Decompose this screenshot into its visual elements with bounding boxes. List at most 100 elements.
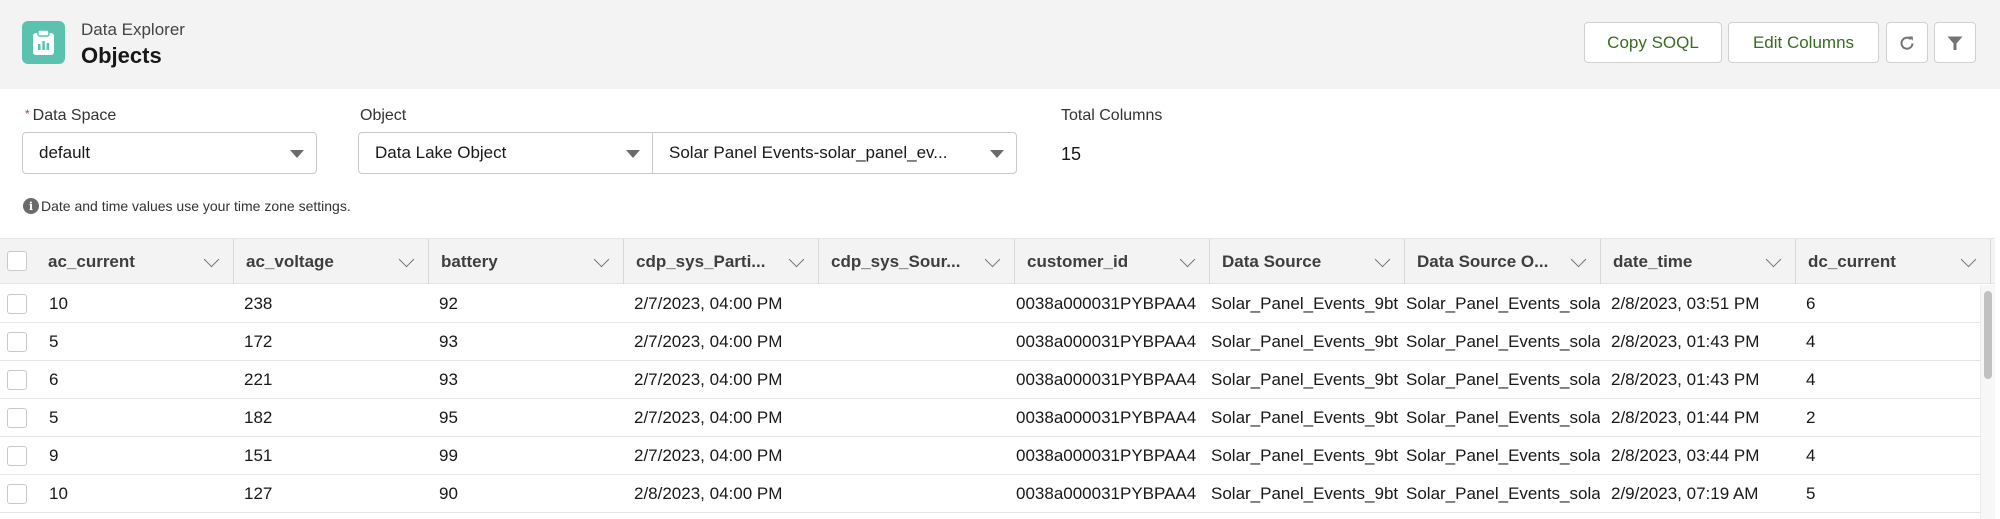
cell-data-source: Solar_Panel_Events_9bt [1211,483,1399,503]
chevron-down-icon[interactable] [398,251,415,268]
select-all-checkbox[interactable] [7,251,27,271]
object-label: Object [360,107,407,124]
cell-data-source-object: Solar_Panel_Events_sola [1406,445,1600,465]
table-row[interactable]: 10 127 90 2/8/2023, 04:00 PM 0038a000031PYBP… [0,475,1980,513]
page-title: Objects [81,43,162,68]
total-columns-value: 15 [1061,144,1082,164]
cell-battery: 93 [439,331,458,351]
cell-cdp-sys-partition: 2/7/2023, 04:00 PM [634,331,783,351]
cell-customer-id: 0038a000031PYBPAA4 [1016,483,1197,503]
row-checkbox[interactable] [7,408,27,428]
column-header-customer-id[interactable]: customer_id [1015,239,1210,284]
cell-ac-current: 10 [49,483,68,503]
dropdown-arrow-icon [990,150,1004,158]
cell-battery: 99 [439,445,458,465]
cell-data-source: Solar_Panel_Events_9bt [1211,331,1399,351]
chevron-down-icon[interactable] [788,251,805,268]
timezone-info-text: Date and time values use your time zone … [41,198,351,214]
cell-ac-voltage: 151 [244,445,273,465]
column-header-data-source[interactable]: Data Source [1210,239,1405,284]
cell-customer-id: 0038a000031PYBPAA4 [1016,445,1197,465]
cell-cdp-sys-source [829,285,1014,322]
cell-ac-current: 6 [49,369,59,389]
table-scrollbar[interactable] [1980,285,1995,519]
chevron-down-icon[interactable] [1374,251,1391,268]
dropdown-arrow-icon [626,150,640,158]
chevron-down-icon[interactable] [1960,251,1977,268]
cell-cdp-sys-source [829,437,1014,474]
cell-cdp-sys-source [829,475,1014,512]
cell-cdp-sys-partition: 2/7/2023, 04:00 PM [634,369,783,389]
table-row[interactable]: 10 238 92 2/7/2023, 04:00 PM 0038a000031PYBP… [0,285,1980,323]
cell-ac-voltage: 127 [244,483,273,503]
cell-date-time: 2/8/2023, 03:44 PM [1611,445,1760,465]
cell-battery: 90 [439,483,458,503]
cell-data-source-object: Solar_Panel_Events_sola [1406,293,1600,313]
table-row[interactable]: 9 151 99 2/7/2023, 04:00 PM 0038a000031PYBPA… [0,437,1980,475]
cell-customer-id: 0038a000031PYBPAA4 [1016,369,1197,389]
header-subtitle: Data Explorer [81,20,185,39]
cell-date-time: 2/8/2023, 03:51 PM [1611,293,1760,313]
chevron-down-icon[interactable] [1179,251,1196,268]
info-icon: i [23,198,39,214]
cell-dc-current: 4 [1806,331,1816,351]
column-header-cdp-sys-source[interactable]: cdp_sys_Sour... [819,239,1015,284]
cell-data-source: Solar_Panel_Events_9bt [1211,369,1399,389]
cell-customer-id: 0038a000031PYBPAA4 [1016,407,1197,427]
column-header-battery[interactable]: battery [429,239,624,284]
row-checkbox[interactable] [7,332,27,352]
cell-date-time: 2/8/2023, 01:44 PM [1611,407,1760,427]
cell-customer-id: 0038a000031PYBPAA4 [1016,293,1197,313]
cell-cdp-sys-partition: 2/8/2023, 04:00 PM [634,483,783,503]
table-row[interactable]: 5 172 93 2/7/2023, 04:00 PM 0038a000031PYBPA… [0,323,1980,361]
chevron-down-icon[interactable] [203,251,220,268]
select-all-cell [0,239,36,284]
column-header-dc-current[interactable]: dc_current [1796,239,1991,284]
data-space-select[interactable]: default [22,132,317,174]
cell-data-source-object: Solar_Panel_Events_sola [1406,331,1600,351]
cell-ac-voltage: 238 [244,293,273,313]
chevron-down-icon[interactable] [1570,251,1587,268]
column-header-ac-voltage[interactable]: ac_voltage [234,239,429,284]
cell-dc-current: 4 [1806,369,1816,389]
cell-ac-current: 5 [49,407,59,427]
cell-cdp-sys-partition: 2/7/2023, 04:00 PM [634,407,783,427]
cell-data-source: Solar_Panel_Events_9bt [1211,407,1399,427]
column-header-ac-current[interactable]: ac_current [36,239,234,284]
copy-soql-button[interactable]: Copy SOQL [1584,22,1722,63]
row-checkbox[interactable] [7,484,27,504]
cell-cdp-sys-partition: 2/7/2023, 04:00 PM [634,445,783,465]
cell-ac-voltage: 172 [244,331,273,351]
column-header-cdp-sys-partition[interactable]: cdp_sys_Parti... [624,239,819,284]
chevron-down-icon[interactable] [984,251,1001,268]
required-marker: * [25,107,30,121]
table-body: 10 238 92 2/7/2023, 04:00 PM 0038a000031PYBP… [0,285,1980,519]
object-select[interactable]: Solar Panel Events-solar_panel_ev... [652,132,1017,174]
row-checkbox[interactable] [7,294,27,314]
edit-columns-button[interactable]: Edit Columns [1728,22,1879,63]
cell-dc-current: 2 [1806,407,1816,427]
cell-data-source-object: Solar_Panel_Events_sola [1406,369,1600,389]
cell-battery: 95 [439,407,458,427]
table-header: ac_current ac_voltage battery cdp_sys_Pa… [0,238,1995,284]
row-checkbox[interactable] [7,370,27,390]
refresh-button[interactable] [1886,22,1928,63]
object-type-select[interactable]: Data Lake Object [358,132,653,174]
cell-customer-id: 0038a000031PYBPAA4 [1016,331,1197,351]
chevron-down-icon[interactable] [593,251,610,268]
column-header-data-source-object[interactable]: Data Source O... [1405,239,1601,284]
data-space-label: * Data Space [25,107,117,124]
row-checkbox[interactable] [7,446,27,466]
dropdown-arrow-icon [290,150,304,158]
table-row[interactable]: 6 221 93 2/7/2023, 04:00 PM 0038a000031PYBPA… [0,361,1980,399]
cell-cdp-sys-source [829,361,1014,398]
column-header-date-time[interactable]: date_time [1601,239,1796,284]
data-space-value: default [39,143,91,162]
object-value: Solar Panel Events-solar_panel_ev... [669,143,948,162]
filter-button[interactable] [1934,22,1976,63]
scrollbar-thumb[interactable] [1984,291,1992,379]
cell-ac-current: 5 [49,331,59,351]
table-row[interactable]: 5 182 95 2/7/2023, 04:00 PM 0038a000031PYBPA… [0,399,1980,437]
cell-cdp-sys-partition: 2/7/2023, 04:00 PM [634,293,783,313]
chevron-down-icon[interactable] [1765,251,1782,268]
